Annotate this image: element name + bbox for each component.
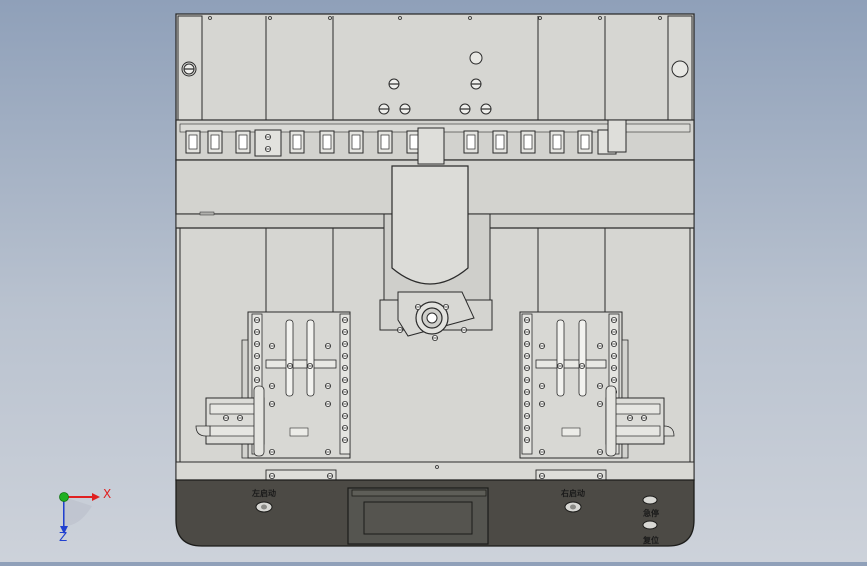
reset-label: 复位: [642, 535, 659, 545]
cad-viewport[interactable]: 左启动 右启动 急停 复位 X Z: [0, 0, 867, 562]
right-start-button-core: [570, 504, 576, 510]
axis-plane: [64, 497, 92, 526]
y-axis-origin: [59, 492, 69, 502]
reset-button[interactable]: [642, 520, 658, 530]
machine-drawing: 左启动 右启动 急停 复位 X Z: [59, 13, 695, 547]
right-start-label: 右启动: [560, 488, 585, 498]
emergency-stop-label: 急停: [643, 508, 659, 518]
x-axis-label: X: [103, 487, 111, 501]
z-axis-label: Z: [59, 530, 67, 544]
left-start-label: 左启动: [251, 488, 276, 498]
emergency-stop-indicator[interactable]: [642, 495, 658, 505]
left-start-button-core: [261, 504, 267, 510]
axis-triad: [59, 492, 100, 534]
x-axis-arrow: [92, 493, 100, 501]
